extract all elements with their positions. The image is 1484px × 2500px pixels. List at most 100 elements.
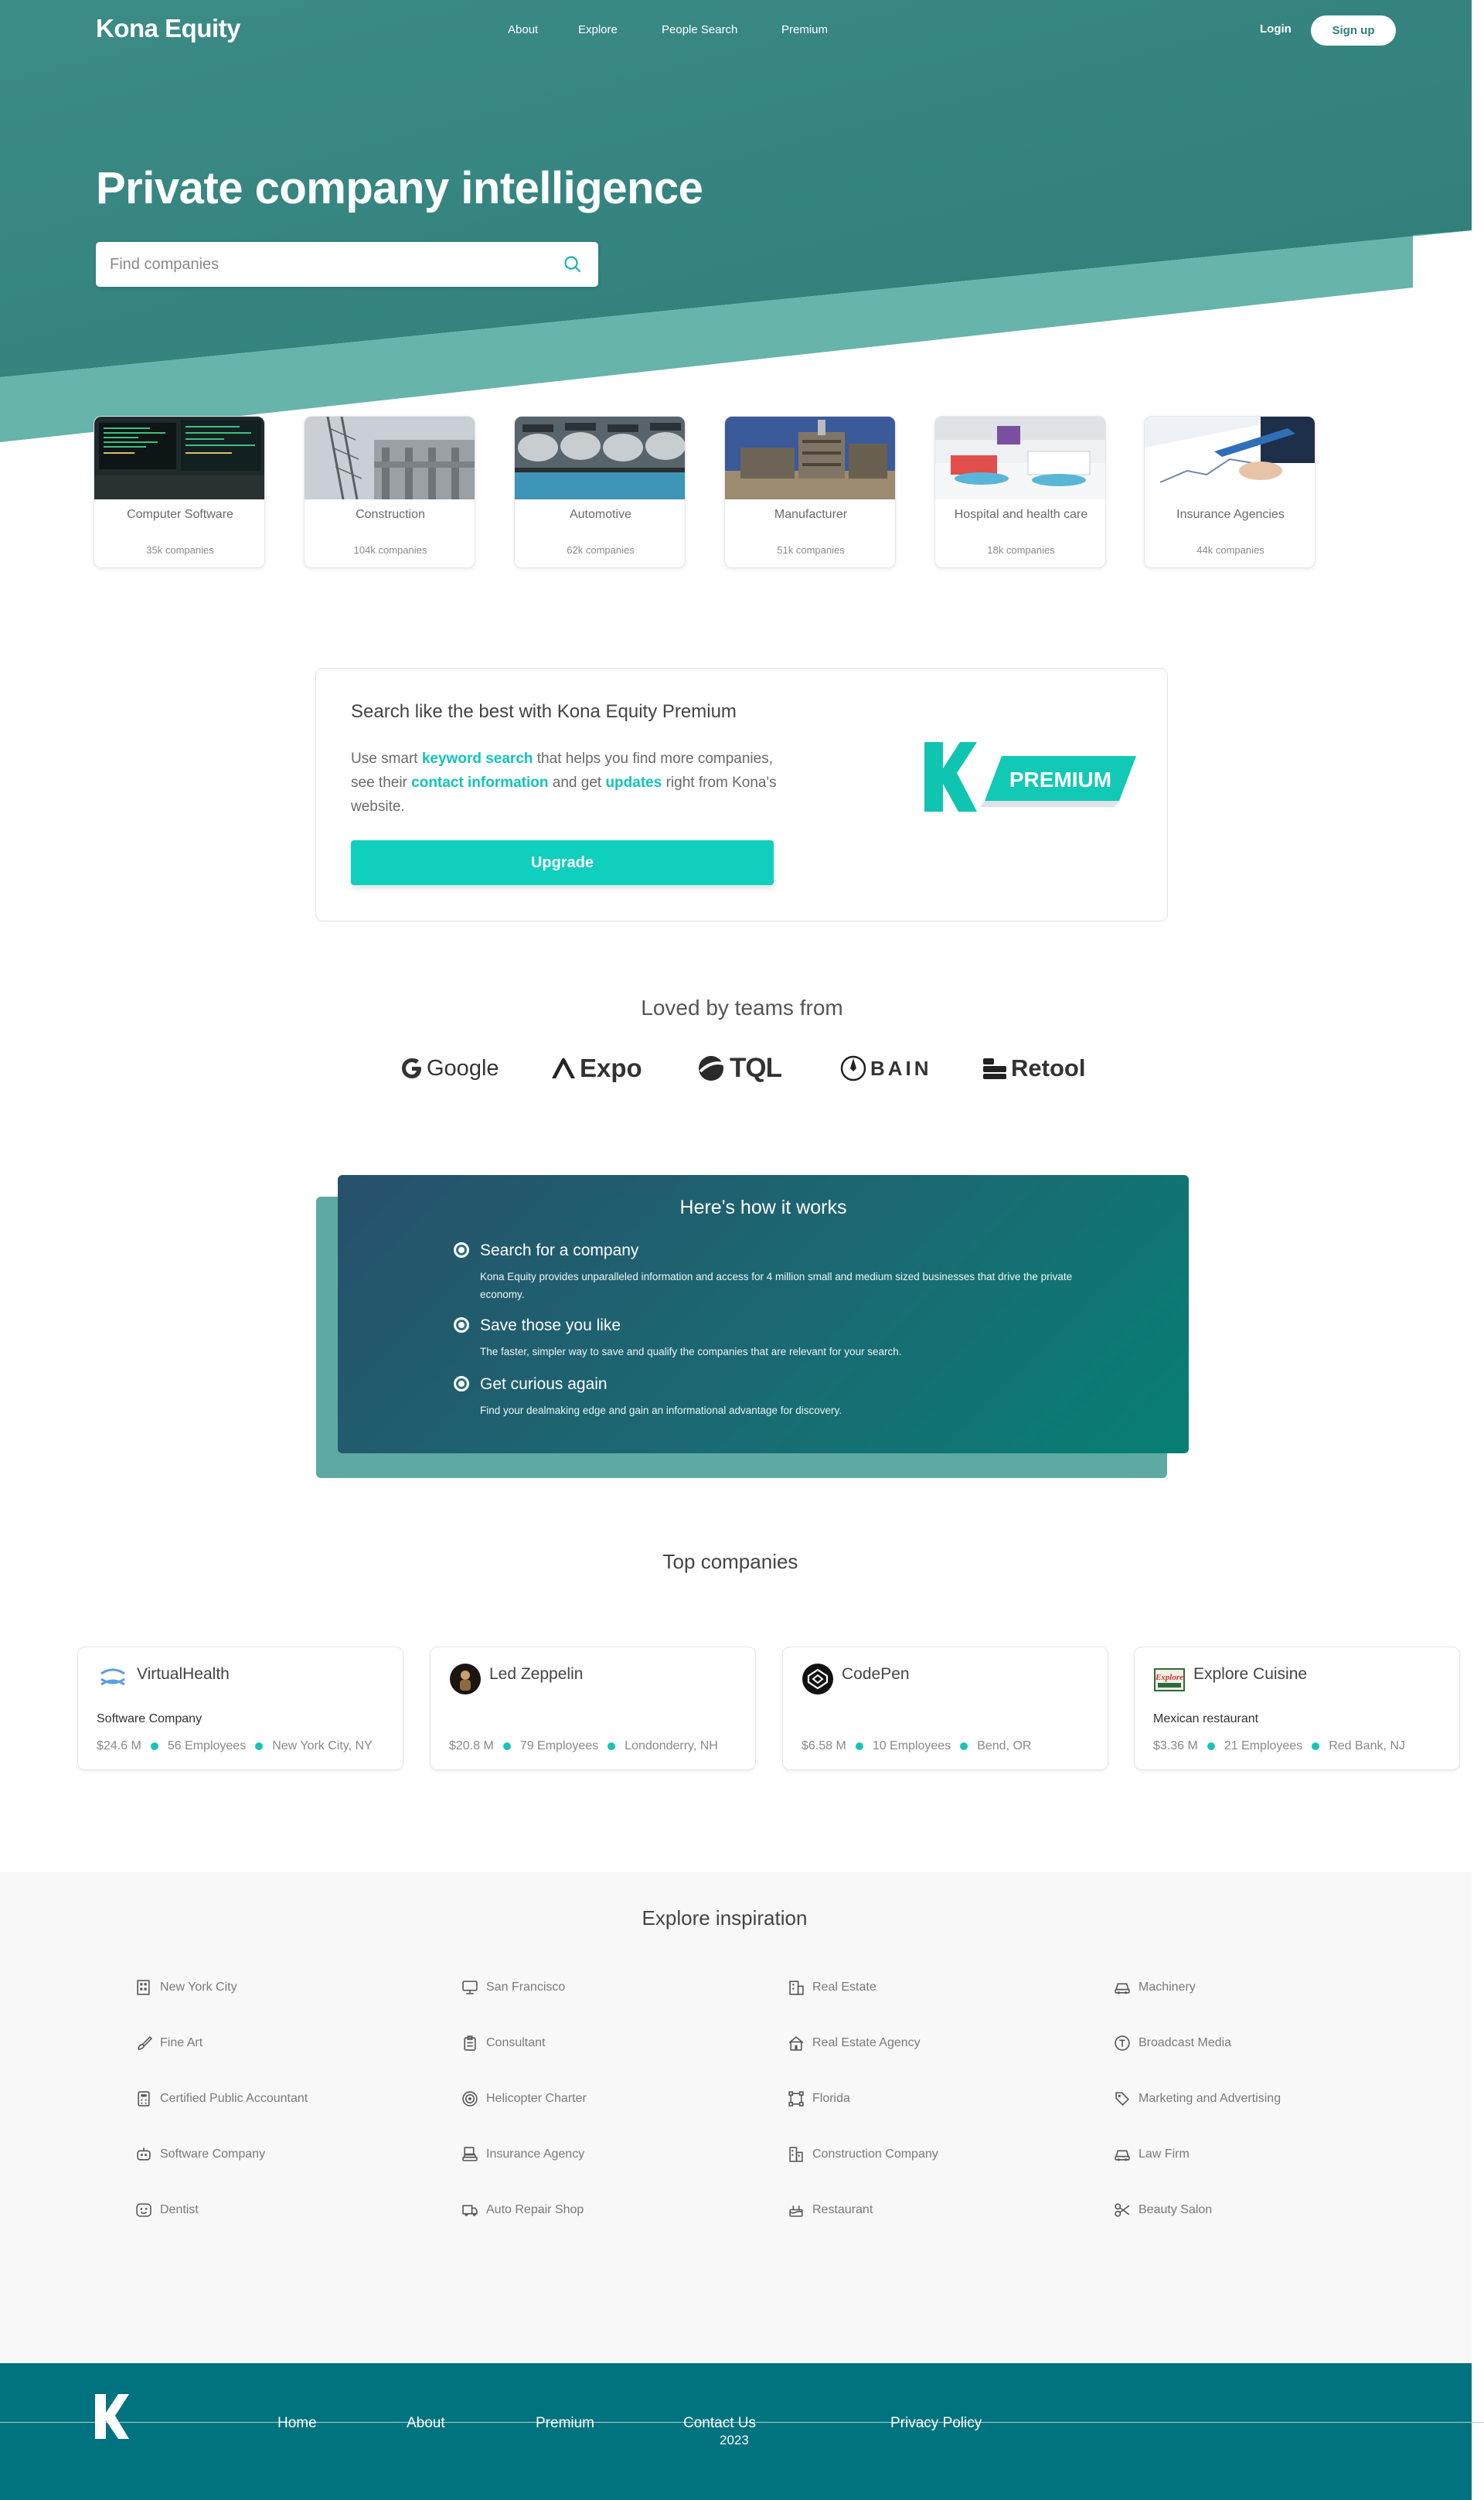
explore-item-label: Consultant — [486, 2036, 546, 2049]
company-location: Red Bank, NJ — [1329, 1739, 1405, 1752]
category-count: 51k companies — [777, 544, 845, 556]
search-icon[interactable] — [563, 254, 583, 274]
explore-item-real-estate-agency[interactable]: Real Estate Agency — [788, 2035, 921, 2052]
company-employees: 79 Employees — [519, 1739, 599, 1752]
company-employees: 21 Employees — [1224, 1739, 1303, 1752]
explore-item-new-york-city[interactable]: New York City — [135, 1979, 237, 1996]
company-card-explore-cuisine[interactable]: Explore Explore Cuisine Mexican restaura… — [1134, 1647, 1460, 1770]
virtualhealth-logo-icon — [100, 1668, 125, 1686]
expo-wordmark: Expo — [580, 1054, 642, 1082]
explore-item-consultant[interactable]: Consultant — [461, 2035, 546, 2052]
separator-dot — [960, 1742, 968, 1750]
explore-item-real-estate[interactable]: Real Estate — [788, 1979, 876, 1996]
explore-item-machinery[interactable]: Machinery — [1114, 1979, 1196, 1996]
nav-about[interactable]: About — [508, 23, 538, 36]
step-1-description: Kona Equity provides unparalleled inform… — [480, 1271, 1073, 1300]
category-count: 35k companies — [146, 544, 214, 556]
company-card-codepen[interactable]: CodePen $6.58 M 10 Employees Bend, OR — [782, 1647, 1108, 1770]
explore-item-auto-repair-shop[interactable]: Auto Repair Shop — [461, 2202, 584, 2219]
category-image-insurance — [1145, 417, 1315, 499]
step-1-radio[interactable] — [454, 1242, 469, 1258]
category-name: Hospital and health care — [954, 508, 1088, 521]
explore-item-marketing-and-advertising[interactable]: Marketing and Advertising — [1114, 2090, 1281, 2107]
search-input[interactable] — [110, 242, 543, 287]
signup-button[interactable]: Sign up — [1311, 15, 1396, 46]
step-3-title: Get curious again — [480, 1375, 608, 1393]
premium-description: Use smart keyword search that helps you … — [351, 751, 777, 815]
category-image-hospital — [935, 417, 1105, 499]
footer: Home About Premium Contact Us Privacy Po… — [0, 2363, 1484, 2500]
company-meta: $6.58 M 10 Employees Bend, OR — [802, 1739, 1031, 1753]
category-card-automotive[interactable]: Automotive 62k companies — [514, 416, 686, 568]
category-name: Computer Software — [127, 508, 233, 521]
upgrade-button[interactable]: Upgrade — [351, 840, 774, 885]
footer-k-logo-icon[interactable] — [95, 2394, 129, 2439]
contact-information-link[interactable]: contact information — [411, 775, 548, 791]
company-name: VirtualHealth — [137, 1665, 230, 1683]
premium-badge-text: PREMIUM — [1009, 768, 1111, 792]
company-location: Bend, OR — [977, 1739, 1032, 1752]
explore-item-certified-public-accountant[interactable]: Certified Public Accountant — [135, 2090, 308, 2107]
how-it-works: Here's how it works Search for a company… — [338, 1175, 1189, 1453]
nav-people-search[interactable]: People Search — [662, 23, 737, 36]
category-card-construction[interactable]: Construction 104k companies — [304, 416, 475, 568]
keyword-search-link[interactable]: keyword search — [422, 751, 533, 767]
category-name: Automotive — [569, 508, 632, 521]
explore-item-label: Law Firm — [1139, 2147, 1190, 2161]
footer-home-link[interactable]: Home — [277, 2415, 317, 2432]
footer-privacy-link[interactable]: Privacy Policy — [890, 2415, 982, 2432]
explore-item-broadcast-media[interactable]: Broadcast Media — [1114, 2035, 1231, 2052]
explore-item-san-francisco[interactable]: San Francisco — [461, 1979, 565, 1996]
explore-item-construction-company[interactable]: Construction Company — [788, 2146, 938, 2163]
category-image-construction — [305, 417, 475, 499]
separator-dot — [1312, 1742, 1320, 1750]
footer-contact-link[interactable]: Contact Us — [683, 2415, 756, 2432]
calculator-icon — [138, 2091, 150, 2107]
explore-item-helicopter-charter[interactable]: Helicopter Charter — [461, 2090, 587, 2107]
explore-item-dentist[interactable]: Dentist — [135, 2202, 199, 2219]
nav-premium[interactable]: Premium — [781, 23, 828, 36]
nav-explore[interactable]: Explore — [578, 23, 618, 36]
category-card-hospital[interactable]: Hospital and health care 18k companies — [934, 416, 1106, 568]
explore-item-florida[interactable]: Florida — [788, 2090, 850, 2107]
company-revenue: $6.58 M — [802, 1739, 846, 1752]
loved-by-title: Loved by teams from — [641, 996, 843, 1020]
explore-item-restaurant[interactable]: Restaurant — [788, 2202, 873, 2219]
bain-logo: BAIN — [839, 1050, 932, 1087]
hero: Kona Equity About Explore People Search … — [0, 0, 1472, 444]
company-name: Led Zeppelin — [489, 1665, 584, 1683]
target-icon — [462, 2091, 478, 2107]
hero-title: Private company intelligence — [96, 163, 703, 213]
separator-dot — [502, 1742, 511, 1750]
explore-item-software-company[interactable]: Software Company — [135, 2146, 265, 2163]
step-2-radio[interactable] — [454, 1317, 469, 1333]
footer-about-link[interactable]: About — [407, 2415, 445, 2432]
top-nav: Kona Equity About Explore People Search … — [0, 0, 1472, 59]
updates-link[interactable]: updates — [605, 775, 662, 791]
category-name: Construction — [356, 508, 425, 521]
step-3-radio[interactable] — [454, 1376, 469, 1391]
company-card-led-zeppelin[interactable]: Led Zeppelin $20.8 M 79 Employees Londonde… — [430, 1647, 756, 1770]
category-count: 44k companies — [1196, 544, 1264, 556]
brand-logo[interactable]: Kona Equity — [96, 14, 241, 43]
car-icon — [1115, 2150, 1130, 2161]
category-card-insurance[interactable]: Insurance Agencies 44k companies — [1144, 416, 1316, 568]
login-link[interactable]: Login — [1260, 22, 1292, 36]
retool-icon — [983, 1058, 1006, 1079]
category-card-manufacturer[interactable]: Manufacturer 51k companies — [724, 416, 896, 568]
explore-item-law-firm[interactable]: Law Firm — [1114, 2146, 1190, 2163]
vector-icon — [788, 2091, 804, 2107]
premium-badge: PREMIUM — [924, 742, 1136, 812]
company-card-virtualhealth[interactable]: VirtualHealth Software Company $24.6 M 56… — [77, 1647, 403, 1770]
step-1-title: Search for a company — [480, 1241, 639, 1259]
tql-logo: TQL — [697, 1050, 782, 1087]
explore-item-fine-art[interactable]: Fine Art — [135, 2035, 203, 2052]
explore-item-insurance-agency[interactable]: Insurance Agency — [461, 2146, 584, 2163]
tql-wordmark: TQL — [730, 1053, 782, 1083]
office-icon — [789, 1981, 804, 1995]
explore-item-label: Restaurant — [812, 2203, 873, 2216]
explore-item-beauty-salon[interactable]: Beauty Salon — [1114, 2202, 1212, 2219]
truck-icon — [462, 2205, 478, 2216]
footer-premium-link[interactable]: Premium — [536, 2415, 594, 2432]
category-card-computer-software[interactable]: Computer Software 35k companies — [94, 416, 265, 568]
